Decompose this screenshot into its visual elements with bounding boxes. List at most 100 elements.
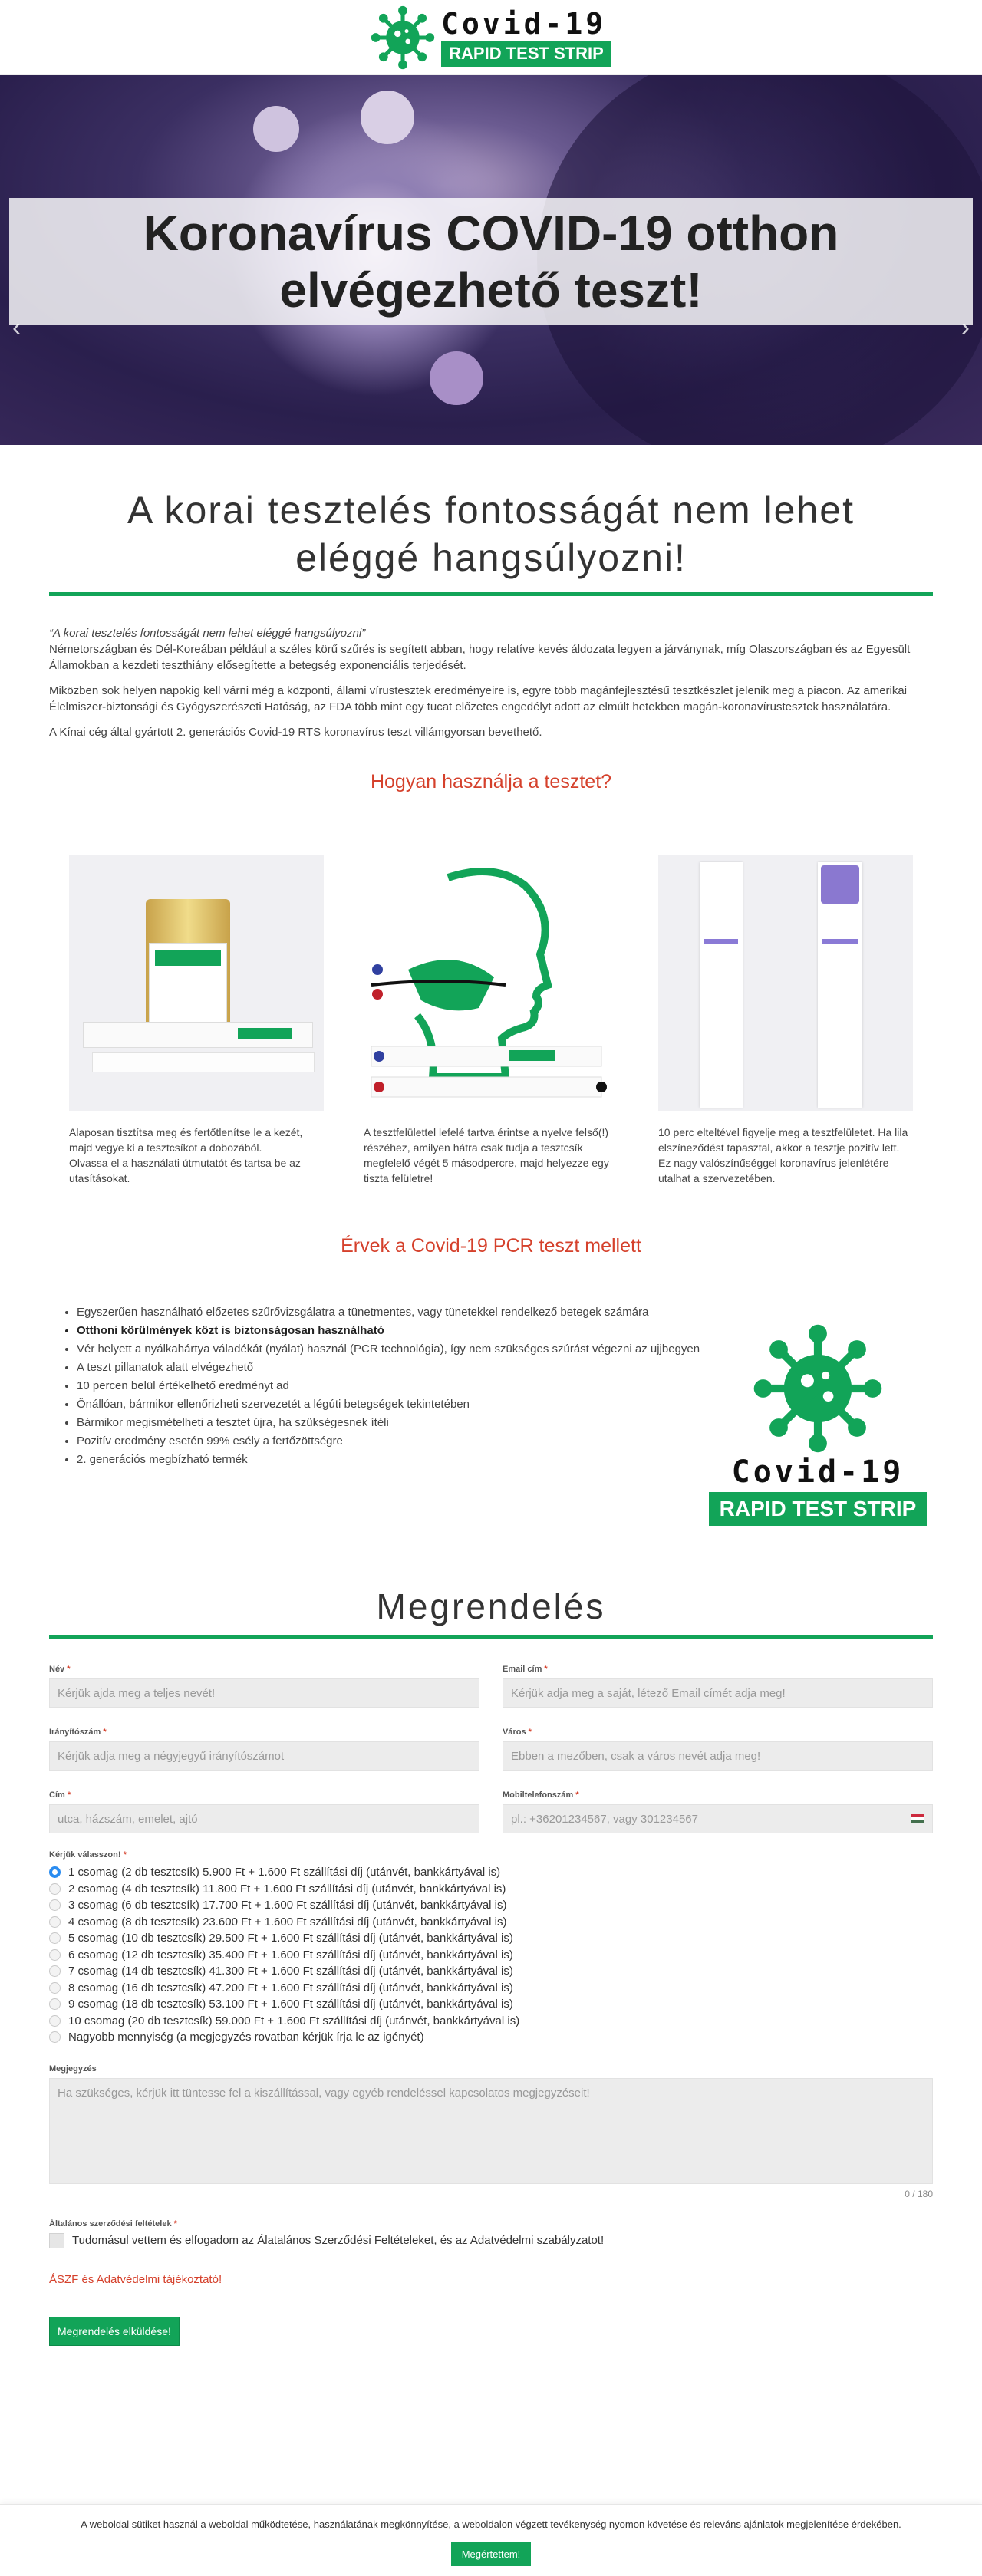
order-title: Megrendelés [376, 1586, 606, 1626]
package-option[interactable]: 5 csomag (10 db tesztcsík) 29.500 Ft + 1… [49, 1930, 933, 1947]
note-label: Megjegyzés [49, 2064, 97, 2074]
city-field[interactable]: Ebben a mezőben, csak a város nevét adja… [503, 1741, 933, 1771]
package-option[interactable]: 2 csomag (4 db tesztcsík) 11.800 Ft + 1.… [49, 1881, 933, 1898]
radio-button[interactable] [49, 1965, 61, 1978]
zip-label: Irányítószám [49, 1728, 101, 1737]
howto-step: 10 perc elteltével figyelje meg a tesztf… [658, 855, 913, 1186]
intro-paragraph: Németországban és Dél-Koreában például a… [49, 643, 911, 672]
step-text: 10 perc elteltével figyelje meg a tesztf… [658, 1126, 908, 1184]
package-option[interactable]: 6 csomag (12 db tesztcsík) 35.400 Ft + 1… [49, 1947, 933, 1964]
radio-button[interactable] [49, 1948, 61, 1961]
option-label: 4 csomag (8 db tesztcsík) 23.600 Ft + 1.… [68, 1915, 507, 1929]
cookie-accept-button[interactable]: Megértettem! [450, 2542, 532, 2566]
option-label: 7 csomag (14 db tesztcsík) 41.300 Ft + 1… [68, 1965, 513, 1978]
howto-steps: Alaposan tisztítsa meg és fertőtlenítse … [0, 855, 982, 1186]
package-option[interactable]: 4 csomag (8 db tesztcsík) 23.600 Ft + 1.… [49, 1914, 933, 1931]
package-option[interactable]: Nagyobb mennyiség (a megjegyzés rovatban… [49, 2029, 933, 2046]
package-options: 1 csomag (2 db tesztcsík) 5.900 Ft + 1.6… [49, 1864, 933, 2046]
advantage-item: Önállóan, bármikor ellenőrizheti szervez… [77, 1395, 703, 1413]
result-image [658, 855, 913, 1111]
spike-blob [253, 106, 299, 152]
virus-icon [371, 5, 435, 69]
option-label: 10 csomag (20 db tesztcsík) 59.000 Ft + … [68, 2014, 520, 2028]
email-label: Email cím [503, 1665, 542, 1674]
cookie-text: A weboldal sütiket használ a weboldal mű… [81, 2518, 901, 2530]
order-form: Név * Kérjük ajda meg a teljes nevét! Em… [0, 1665, 982, 2346]
spike-blob [430, 351, 483, 405]
radio-button[interactable] [49, 1866, 61, 1879]
phone-field[interactable]: pl.: +36201234567, vagy 301234567 [503, 1804, 933, 1833]
radio-button[interactable] [49, 1883, 61, 1895]
package-option[interactable]: 3 csomag (6 db tesztcsík) 17.700 Ft + 1.… [49, 1897, 933, 1914]
radio-button[interactable] [49, 2014, 61, 2027]
terms-text: Tudomásul vettem és elfogadom az Álatalá… [72, 2234, 605, 2247]
submit-button[interactable]: Megrendelés elküldése! [49, 2316, 180, 2346]
advantages-title: Érvek a Covid-19 PCR teszt mellett [341, 1235, 641, 1257]
option-label: Nagyobb mennyiség (a megjegyzés rovatban… [68, 2031, 424, 2044]
note-textarea[interactable]: Ha szükséges, kérjük itt tüntesse fel a … [49, 2077, 933, 2184]
brand-strip: RAPID TEST STRIP [441, 40, 611, 67]
advantage-item: Pozitív eredmény esetén 99% esély a fert… [77, 1432, 703, 1450]
advantage-item: A teszt pillanatok alatt elvégezhető [77, 1359, 703, 1376]
radio-button[interactable] [49, 1998, 61, 2011]
intro-paragraph: A Kínai cég által gyártott 2. generációs… [49, 726, 542, 739]
radio-button[interactable] [49, 1916, 61, 1928]
package-option[interactable]: 8 csomag (16 db tesztcsík) 47.200 Ft + 1… [49, 1980, 933, 1997]
terms-link[interactable]: ÁSZF és Adatvédelmi tájékoztató! [49, 2273, 933, 2286]
hungary-flag-icon[interactable] [911, 1814, 924, 1823]
package-option[interactable]: 10 csomag (20 db tesztcsík) 59.000 Ft + … [49, 2013, 933, 2030]
option-label: 8 csomag (16 db tesztcsík) 47.200 Ft + 1… [68, 1981, 513, 1995]
section-title: A korai tesztelés fontosságát nem lehet … [127, 489, 855, 579]
intro-text: “A korai tesztelés fontosságát nem lehet… [0, 596, 982, 740]
terms-label: Általános szerződési feltételek [49, 2219, 172, 2228]
logo-strip: RAPID TEST STRIP [708, 1492, 928, 1526]
intro-quote: “A korai tesztelés fontosságát nem lehet… [49, 627, 366, 640]
cookie-banner: A weboldal sütiket használ a weboldal mű… [0, 2504, 982, 2576]
advantage-item: 10 percen belül értékelhető eredményt ad [77, 1377, 703, 1395]
advantage-item: Egyszerűen használható előzetes szűrőviz… [77, 1303, 703, 1321]
tongue-diagram [364, 855, 618, 1111]
hero-caption: Koronavírus COVID-19 otthon elvégezhető … [9, 198, 973, 325]
radio-button[interactable] [49, 1981, 61, 1994]
radio-button[interactable] [49, 2031, 61, 2044]
advantages-list: Egyszerűen használható előzetes szűrőviz… [49, 1303, 703, 1526]
head-illustration [371, 868, 607, 1098]
divider [49, 1635, 933, 1639]
city-label: Város [503, 1728, 526, 1737]
option-label: 1 csomag (2 db tesztcsík) 5.900 Ft + 1.6… [68, 1866, 501, 1879]
step-text: Alaposan tisztítsa meg és fertőtlenítse … [69, 1126, 303, 1184]
brand-title: Covid-19 [441, 6, 607, 41]
brand-logo[interactable]: Covid-19 RAPID TEST STRIP [371, 5, 611, 70]
radio-button[interactable] [49, 1899, 61, 1912]
radio-button[interactable] [49, 1932, 61, 1945]
option-label: 3 csomag (6 db tesztcsík) 17.700 Ft + 1.… [68, 1899, 507, 1912]
hero-slider: ‹ › Koronavírus COVID-19 otthon elvégezh… [0, 75, 982, 445]
terms-checkbox[interactable] [49, 2232, 64, 2248]
advantages-section: Egyszerűen használható előzetes szűrőviz… [0, 1303, 982, 1526]
advantage-item: Bármikor megismételheti a tesztet újra, … [77, 1414, 703, 1431]
address-label: Cím [49, 1790, 65, 1800]
name-field[interactable]: Kérjük ajda meg a teljes nevét! [49, 1678, 479, 1708]
product-logo: Covid-19 RAPID TEST STRIP [703, 1303, 933, 1526]
option-label: 6 csomag (12 db tesztcsík) 35.400 Ft + 1… [68, 1948, 513, 1962]
choose-label: Kérjük válasszon! [49, 1850, 121, 1860]
advantage-item: Vér helyett a nyálkahártya váladékát (ny… [77, 1340, 703, 1358]
package-option[interactable]: 7 csomag (14 db tesztcsík) 41.300 Ft + 1… [49, 1963, 933, 1980]
spike-blob [361, 91, 414, 144]
advantage-item: 2. generációs megbízható termék [77, 1451, 703, 1468]
hero-title: Koronavírus COVID-19 otthon elvégezhető … [143, 206, 839, 318]
virus-icon [753, 1324, 882, 1453]
address-field[interactable]: utca, házszám, emelet, ajtó [49, 1804, 479, 1833]
logo-title: Covid-19 [731, 1454, 905, 1490]
package-option[interactable]: 1 csomag (2 db tesztcsík) 5.900 Ft + 1.6… [49, 1864, 933, 1881]
char-counter: 0 / 180 [905, 2188, 933, 2199]
howto-step: Alaposan tisztítsa meg és fertőtlenítse … [69, 855, 324, 1186]
zip-field[interactable]: Kérjük adja meg a négyjegyű irányítószám… [49, 1741, 479, 1771]
package-option[interactable]: 9 csomag (18 db tesztcsík) 53.100 Ft + 1… [49, 1996, 933, 2013]
site-header: Covid-19 RAPID TEST STRIP [0, 0, 982, 75]
product-image [69, 855, 324, 1111]
email-field[interactable]: Kérjük adja meg a saját, létező Email cí… [503, 1678, 933, 1708]
intro-paragraph: Miközben sok helyen napokig kell várni m… [49, 684, 908, 713]
option-label: 5 csomag (10 db tesztcsík) 29.500 Ft + 1… [68, 1932, 513, 1945]
option-label: 2 csomag (4 db tesztcsík) 11.800 Ft + 1.… [68, 1882, 506, 1896]
